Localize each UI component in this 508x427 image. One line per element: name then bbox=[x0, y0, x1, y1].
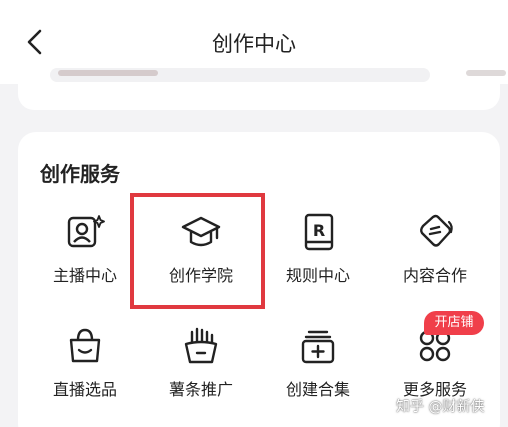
anchor-center-icon bbox=[67, 215, 105, 248]
service-live-selection[interactable]: 直播选品 bbox=[26, 326, 144, 400]
previous-card bbox=[18, 62, 506, 110]
service-content-cooperation[interactable]: 内容合作 bbox=[376, 212, 494, 286]
service-label: 内容合作 bbox=[402, 266, 467, 285]
service-rules-center[interactable]: R 规则中心 bbox=[259, 212, 377, 286]
shopping-bag-icon bbox=[69, 328, 101, 363]
rulebook-icon: R bbox=[304, 213, 334, 251]
service-fries-promotion[interactable]: 薯条推广 bbox=[142, 326, 260, 400]
services-title: 创作服务 bbox=[40, 162, 120, 186]
content-cooperation-icon bbox=[420, 214, 453, 247]
svg-text:R: R bbox=[313, 221, 325, 240]
highlight-box bbox=[130, 193, 265, 309]
service-label: 直播选品 bbox=[52, 380, 117, 399]
add-collection-icon bbox=[301, 330, 335, 364]
service-more-services[interactable]: 更多服务 bbox=[376, 326, 494, 400]
watermark: 知乎 @财新侠 bbox=[396, 399, 485, 415]
service-label: 主播中心 bbox=[52, 266, 117, 285]
open-shop-badge[interactable]: 开店铺 bbox=[424, 311, 484, 335]
fries-icon bbox=[184, 327, 218, 364]
service-label: 规则中心 bbox=[285, 266, 350, 285]
service-label: 创建合集 bbox=[285, 380, 350, 399]
service-label: 薯条推广 bbox=[168, 380, 233, 399]
page-title: 创作中心 bbox=[212, 32, 296, 56]
service-create-collection[interactable]: 创建合集 bbox=[259, 326, 377, 400]
service-anchor-center[interactable]: 主播中心 bbox=[26, 212, 144, 286]
